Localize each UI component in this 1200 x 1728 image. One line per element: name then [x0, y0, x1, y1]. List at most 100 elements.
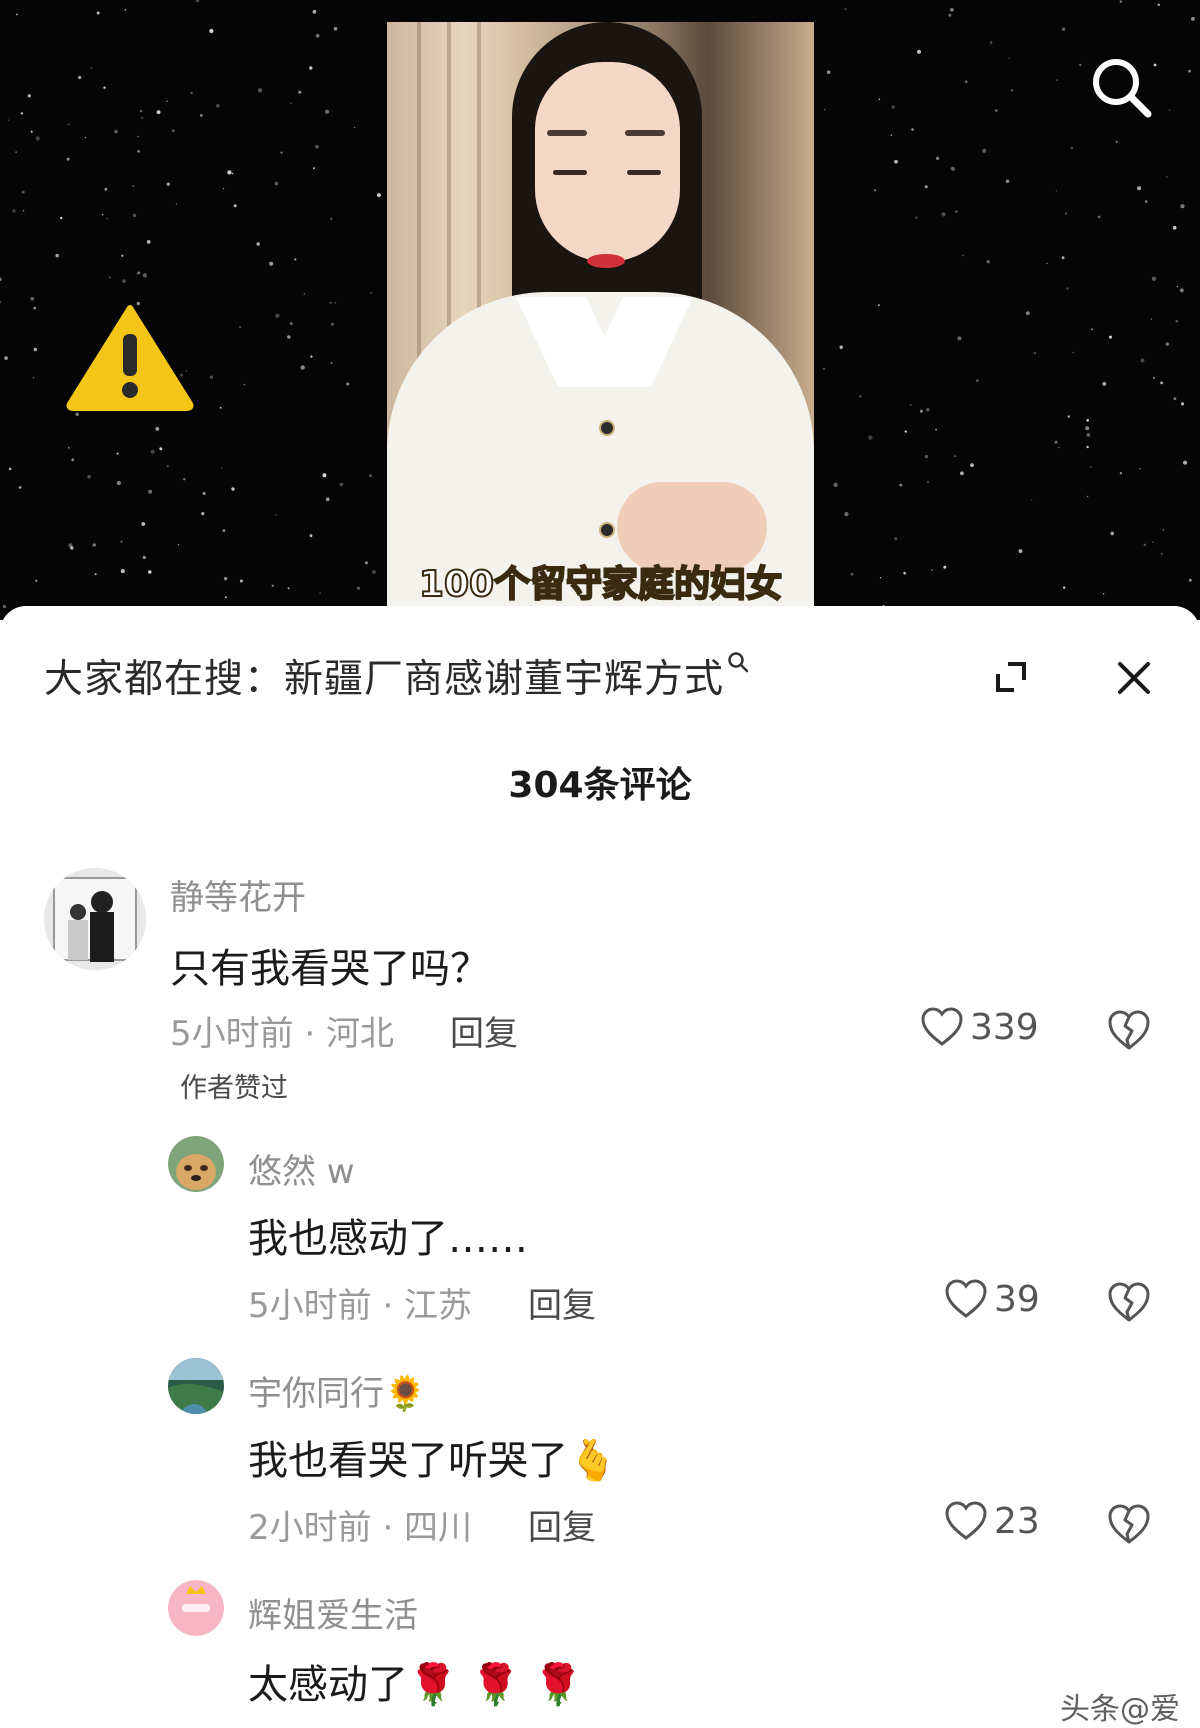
star-dot — [148, 570, 152, 574]
star-dot — [950, 8, 954, 12]
star-dot — [1054, 440, 1058, 444]
comment-meta: 5小时前 · 江苏 — [248, 1286, 473, 1326]
broken-heart-icon[interactable] — [1106, 1280, 1152, 1324]
star-dot — [20, 112, 23, 115]
like-button[interactable]: 23 — [944, 1500, 1040, 1542]
star-dot — [166, 182, 170, 186]
star-dot — [92, 543, 96, 547]
avatar[interactable] — [168, 1358, 224, 1414]
heart-icon — [921, 1007, 963, 1046]
star-dot — [201, 511, 205, 516]
like-button[interactable]: 39 — [944, 1278, 1040, 1320]
star-dot — [1151, 276, 1157, 281]
star-dot — [960, 471, 964, 476]
star-dot — [1119, 472, 1123, 475]
star-dot — [970, 463, 974, 467]
star-dot — [1010, 88, 1014, 92]
star-dot — [1018, 549, 1023, 553]
star-dot — [1046, 262, 1048, 264]
star-dot — [1175, 320, 1178, 323]
star-dot — [68, 543, 73, 548]
star-dot — [995, 109, 998, 112]
star-dot — [216, 104, 220, 108]
avatar[interactable] — [168, 1580, 224, 1636]
like-count: 339 — [970, 1006, 1039, 1048]
blouse-button — [599, 420, 615, 436]
star-dot — [346, 382, 350, 386]
star-dot — [67, 447, 70, 449]
comment-username[interactable]: 悠然 w — [248, 1144, 355, 1193]
trending-query[interactable]: 新疆厂商感谢董宇辉方式 — [284, 648, 724, 704]
star-dot — [223, 187, 225, 190]
star-dot — [1086, 445, 1089, 449]
reply-button[interactable]: 回复 — [528, 1500, 596, 1549]
star-dot — [924, 185, 928, 189]
comment-username[interactable]: 静等花开 — [170, 870, 306, 919]
comment-text: 我也感动了…… — [248, 1216, 528, 1262]
reply-button[interactable]: 回复 — [528, 1278, 596, 1327]
star-dot — [132, 213, 137, 218]
star-dot — [150, 449, 155, 454]
star-dot — [199, 114, 203, 117]
broken-heart-icon[interactable] — [1106, 1502, 1152, 1546]
close-icon[interactable] — [1114, 658, 1154, 698]
comment-text: 我也看哭了听哭了🫰 — [248, 1438, 618, 1484]
reply-button[interactable]: 回复 — [450, 1006, 518, 1055]
star-dot — [2, 605, 7, 609]
star-dot — [989, 41, 993, 44]
star-dot — [878, 98, 881, 101]
star-dot — [141, 116, 144, 119]
expand-icon[interactable] — [994, 660, 1028, 694]
star-dot — [1191, 17, 1195, 21]
star-dot — [369, 474, 372, 478]
star-dot — [1067, 415, 1071, 418]
star-dot — [890, 134, 893, 136]
star-dot — [298, 90, 302, 94]
star-dot — [227, 170, 232, 175]
folded-hands — [617, 482, 767, 572]
star-dot — [909, 404, 912, 406]
search-icon[interactable] — [1090, 56, 1152, 118]
broken-heart-icon[interactable] — [1106, 1008, 1152, 1052]
eye — [627, 170, 661, 175]
star-dot — [877, 304, 880, 307]
star-dot — [339, 482, 343, 487]
star-dot — [12, 209, 16, 213]
star-dot — [904, 430, 907, 433]
avatar[interactable] — [168, 1136, 224, 1192]
star-dot — [1188, 69, 1191, 73]
like-button[interactable]: 339 — [920, 1006, 1039, 1048]
star-dot — [239, 326, 242, 329]
trending-search-bar[interactable]: 大家都在搜： 新疆厂商感谢董宇辉方式 — [44, 646, 749, 706]
star-dot — [894, 537, 898, 541]
star-dot — [269, 261, 274, 266]
star-dot — [257, 88, 263, 93]
video-frame[interactable]: 100个留守家庭的妇女 — [387, 22, 814, 607]
star-dot — [941, 212, 946, 217]
star-dot — [354, 126, 356, 128]
subtitle-highlight: 的 — [673, 563, 711, 606]
trending-prefix: 大家都在搜： — [44, 657, 285, 702]
star-dot — [190, 91, 193, 94]
star-dot — [60, 216, 63, 220]
star-dot — [965, 80, 968, 83]
comment-username[interactable]: 宇你同行🌻 — [248, 1366, 426, 1415]
star-dot — [1110, 531, 1114, 536]
video-player[interactable]: 100个留守家庭的妇女 — [0, 0, 1200, 620]
comment-username[interactable]: 辉姐爱生活 — [248, 1588, 418, 1637]
star-dot — [1165, 342, 1169, 346]
star-dot — [221, 467, 223, 469]
star-dot — [899, 483, 903, 487]
star-dot — [239, 579, 243, 583]
star-dot — [948, 13, 952, 17]
star-dot — [1166, 176, 1168, 178]
star-dot — [1025, 311, 1030, 315]
like-count: 23 — [994, 1500, 1040, 1542]
star-dot — [823, 368, 825, 370]
star-dot — [287, 335, 291, 339]
star-dot — [68, 123, 70, 126]
star-dot — [1033, 352, 1036, 355]
star-dot — [195, 0, 200, 3]
avatar[interactable] — [44, 868, 146, 970]
star-dot — [1085, 426, 1090, 431]
